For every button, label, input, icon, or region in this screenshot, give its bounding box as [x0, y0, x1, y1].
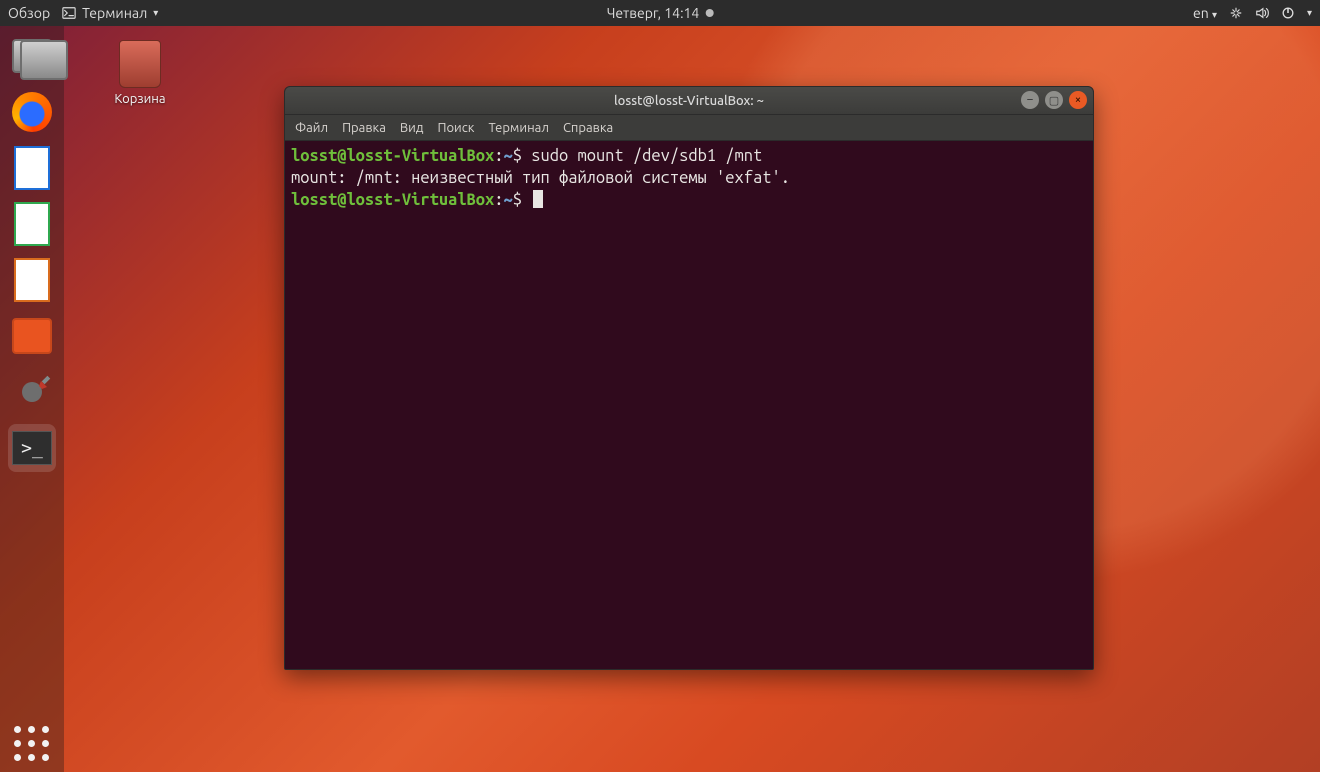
window-title: losst@losst-VirtualBox: ~ — [614, 94, 764, 108]
volume-icon[interactable] — [1255, 6, 1269, 20]
chevron-down-icon: ▾ — [1307, 7, 1312, 19]
activities-button[interactable]: Обзор — [8, 5, 50, 21]
launcher-terminal[interactable]: >_ — [8, 424, 56, 472]
desktop-trash-label: Корзина — [114, 92, 165, 106]
menu-view[interactable]: Вид — [400, 121, 424, 135]
launcher-firefox[interactable] — [8, 88, 56, 136]
top-panel: Обзор Терминал ▾ Четверг, 14:14 en ▾ ▾ — [0, 0, 1320, 26]
menu-help[interactable]: Справка — [563, 121, 613, 135]
network-icon[interactable] — [1229, 6, 1243, 20]
window-menubar: Файл Правка Вид Поиск Терминал Справка — [285, 115, 1093, 141]
window-maximize-button[interactable]: ▢ — [1045, 91, 1063, 109]
writer-icon — [14, 146, 50, 190]
launcher-writer[interactable] — [8, 144, 56, 192]
launcher-calc[interactable] — [8, 200, 56, 248]
menu-file[interactable]: Файл — [295, 121, 328, 135]
launcher-settings[interactable] — [8, 368, 56, 416]
launcher-dock: >_ — [0, 26, 64, 772]
trash-icon — [119, 40, 161, 88]
terminal-icon: >_ — [12, 431, 52, 465]
firefox-icon — [12, 92, 52, 132]
focused-app-name: Терминал — [82, 5, 147, 21]
menu-edit[interactable]: Правка — [342, 121, 386, 135]
menu-terminal[interactable]: Терминал — [488, 121, 548, 135]
drawer-icon — [20, 40, 68, 80]
desktop-trash-icon[interactable]: Корзина — [100, 40, 180, 106]
terminal-output[interactable]: losst@losst-VirtualBox:~$ sudo mount /de… — [285, 141, 1093, 669]
terminal-icon — [62, 6, 76, 20]
calc-icon — [14, 202, 50, 246]
impress-icon — [14, 258, 50, 302]
focused-app-indicator[interactable]: Терминал ▾ — [62, 5, 158, 21]
settings-icon — [11, 371, 53, 413]
terminal-cursor — [533, 190, 543, 208]
launcher-software[interactable] — [8, 312, 56, 360]
clock-area[interactable]: Четверг, 14:14 — [607, 5, 714, 21]
notification-dot-icon — [705, 9, 713, 17]
launcher-impress[interactable] — [8, 256, 56, 304]
input-language-indicator[interactable]: en ▾ — [1193, 5, 1217, 21]
menu-search[interactable]: Поиск — [437, 121, 474, 135]
window-close-button[interactable]: × — [1069, 91, 1087, 109]
software-icon — [12, 318, 52, 354]
clock-text: Четверг, 14:14 — [607, 5, 700, 21]
apps-grid-icon — [12, 724, 52, 764]
window-titlebar[interactable]: losst@losst-VirtualBox: ~ – ▢ × — [285, 87, 1093, 115]
chevron-down-icon: ▾ — [153, 7, 158, 19]
chevron-down-icon: ▾ — [1212, 9, 1217, 20]
power-icon[interactable] — [1281, 6, 1295, 20]
window-minimize-button[interactable]: – — [1021, 91, 1039, 109]
show-applications-button[interactable] — [0, 724, 64, 764]
desktop-home-icon[interactable] — [14, 40, 74, 80]
terminal-window: losst@losst-VirtualBox: ~ – ▢ × Файл Пра… — [284, 86, 1094, 670]
